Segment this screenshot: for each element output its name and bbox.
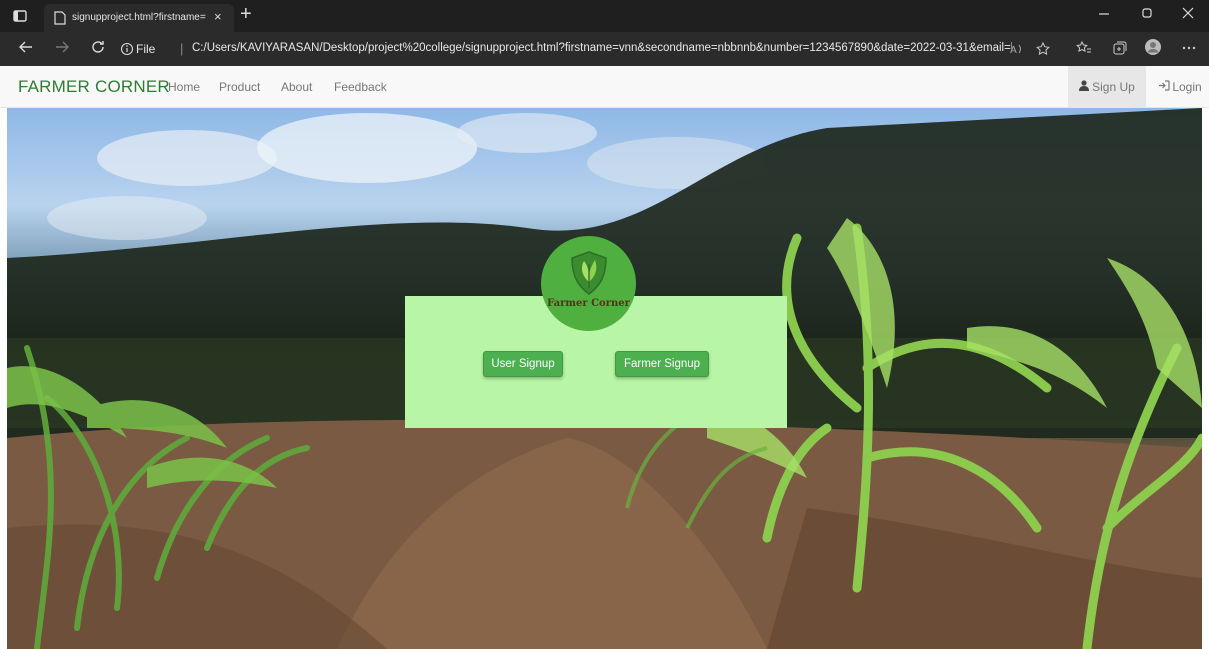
browser-tab[interactable]: signupproject.html?firstname=vi ×: [44, 4, 234, 32]
shield-leaf-icon: [568, 250, 610, 301]
url-scheme-label: File: [136, 42, 156, 56]
login-icon: [1158, 80, 1170, 94]
svg-text:A: A: [1010, 45, 1017, 56]
nav-about[interactable]: About: [281, 80, 312, 94]
browser-address-bar: File | C:/Users/KAVIYARASAN/Desktop/proj…: [0, 32, 1209, 66]
nav-product[interactable]: Product: [219, 80, 260, 94]
info-icon[interactable]: [120, 42, 134, 61]
page-icon: [54, 11, 66, 30]
brand-logo-text[interactable]: FARMER CORNER: [18, 77, 170, 97]
tab-title: signupproject.html?firstname=vi: [72, 12, 206, 23]
address-field[interactable]: File | C:/Users/KAVIYARASAN/Desktop/proj…: [120, 37, 1064, 61]
read-aloud-icon[interactable]: A: [1010, 42, 1026, 61]
nav-login-label: Login: [1172, 80, 1202, 94]
new-tab-button[interactable]: +: [240, 4, 252, 24]
back-icon[interactable]: [18, 39, 34, 60]
user-signup-button[interactable]: User Signup: [483, 351, 563, 377]
maximize-icon[interactable]: [1141, 6, 1153, 23]
nav-login-button[interactable]: Login: [1152, 66, 1208, 108]
forward-icon[interactable]: [54, 39, 70, 60]
browser-tab-bar: signupproject.html?firstname=vi × +: [0, 0, 1209, 32]
refresh-icon[interactable]: [90, 39, 106, 60]
url-separator: |: [180, 41, 184, 56]
farmer-corner-logo: Farmer Corner: [541, 236, 636, 331]
url-text[interactable]: C:/Users/KAVIYARASAN/Desktop/project%20c…: [192, 42, 1012, 54]
minimize-icon[interactable]: [1098, 6, 1110, 23]
collections-icon[interactable]: [1112, 40, 1128, 59]
nav-feedback[interactable]: Feedback: [334, 80, 387, 94]
favorites-icon[interactable]: [1076, 40, 1092, 59]
profile-icon[interactable]: [1144, 38, 1162, 59]
logo-title: Farmer Corner: [547, 298, 630, 309]
nav-signup-label: Sign Up: [1092, 80, 1135, 94]
site-navbar: FARMER CORNER Home Product About Feedbac…: [0, 66, 1209, 108]
close-window-icon[interactable]: [1182, 6, 1194, 23]
nav-signup-button[interactable]: Sign Up: [1068, 66, 1146, 108]
nav-home[interactable]: Home: [168, 80, 200, 94]
tab-close-icon[interactable]: ×: [214, 9, 222, 24]
more-icon[interactable]: [1182, 40, 1196, 57]
user-icon: [1079, 80, 1090, 94]
add-favorite-icon[interactable]: [1036, 41, 1050, 61]
tab-actions-icon[interactable]: [12, 8, 28, 24]
farmer-signup-button[interactable]: Farmer Signup: [615, 351, 709, 377]
